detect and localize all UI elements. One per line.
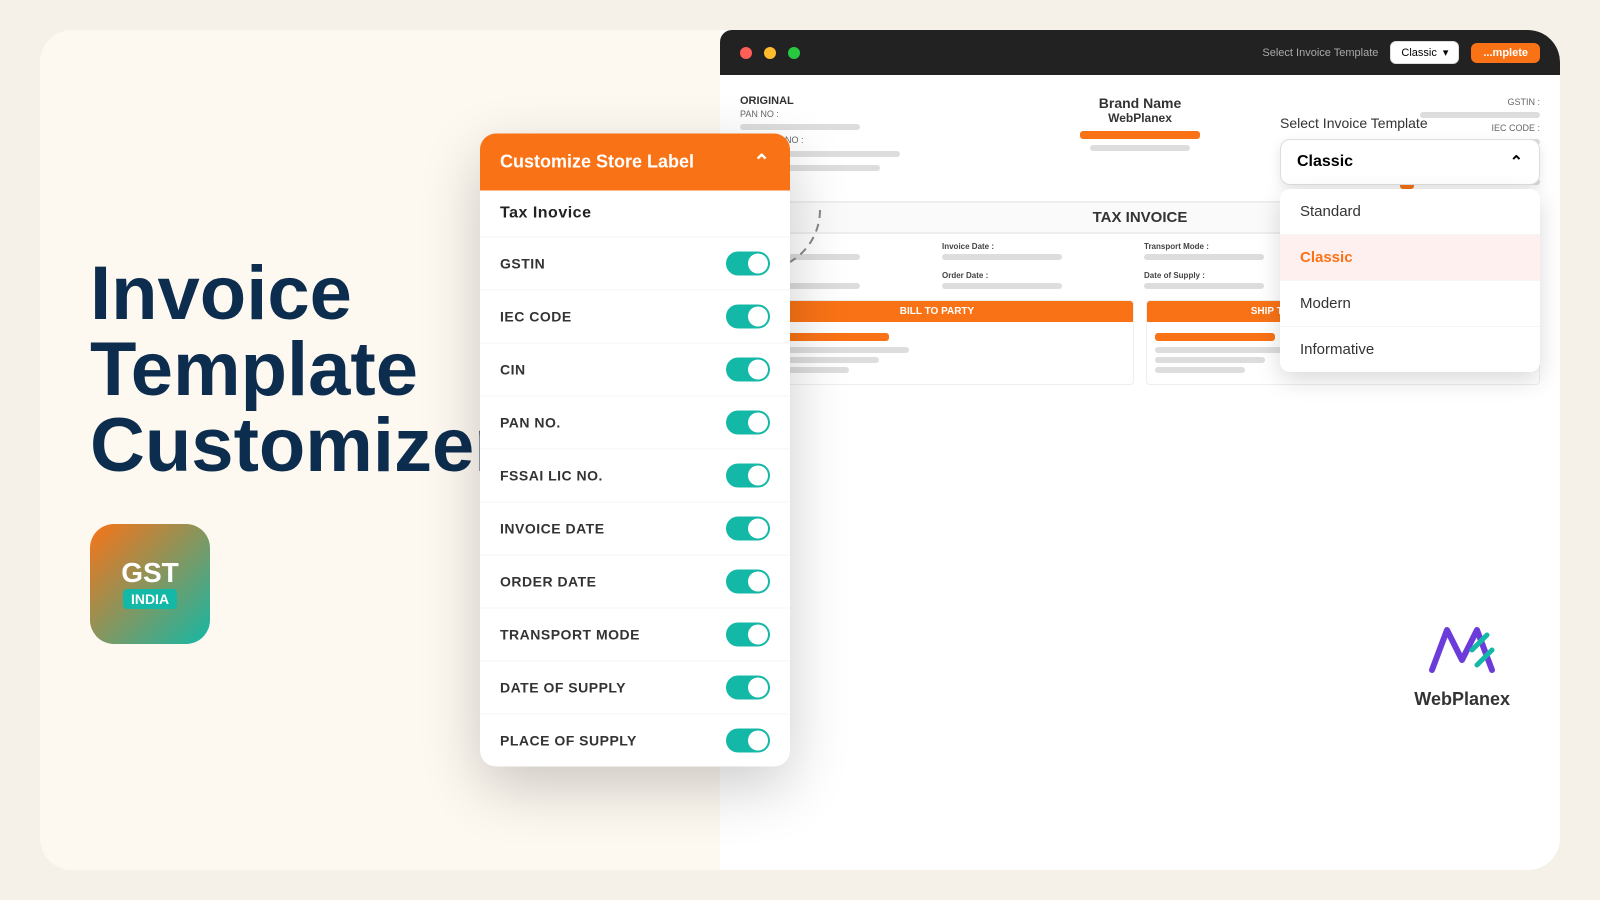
gst-app-icon: GST INDIA [90, 524, 210, 644]
order-date-placeholder [942, 283, 1062, 289]
date-supply-placeholder [1144, 283, 1264, 289]
brand-line-gray [1090, 145, 1190, 151]
app-bar-template-label: Select Invoice Template [1262, 47, 1378, 59]
app-bar-btn[interactable]: ...mplete [1471, 43, 1540, 63]
gstin-label: GSTIN [500, 256, 545, 272]
toggle-item-cin: CIN [480, 344, 790, 397]
dot-green [788, 47, 800, 59]
customize-header-label: Customize Store Label [500, 152, 694, 173]
invoice-original-label: ORIGINAL [740, 95, 1000, 107]
dot-red [740, 47, 752, 59]
iec-toggle[interactable] [726, 305, 770, 329]
toggle-item-transport: TRANSPORT MODE [480, 609, 790, 662]
order-date-field-label: Order Date : [942, 271, 1136, 280]
transport-placeholder [1144, 254, 1264, 260]
bg-panel: Select Invoice Template Classic ▾ ...mpl… [720, 30, 1560, 870]
brand-line-orange [1080, 131, 1200, 139]
webplanex-name: WebPlanex [1414, 689, 1510, 710]
title-line3: Customizer [90, 403, 504, 488]
dropdown-selected-value: Classic [1297, 153, 1353, 171]
gstin-toggle[interactable] [726, 252, 770, 276]
cin-label: CIN [500, 362, 526, 378]
place-supply-toggle[interactable] [726, 729, 770, 753]
dropdown-overlay: Select Invoice Template Classic ⌃ Standa… [1280, 115, 1540, 372]
chevron-down-icon: ▾ [1443, 46, 1449, 59]
option-informative[interactable]: Informative [1280, 327, 1540, 372]
transport-label: TRANSPORT MODE [500, 627, 640, 643]
place-supply-label: PLACE OF SUPPLY [500, 733, 637, 749]
inner-card: Invoice Template Customizer GST INDIA Cu… [40, 30, 1560, 870]
toggle-item-pan: PAN NO. [480, 397, 790, 450]
dropdown-options: Standard Classic Modern Informative [1280, 189, 1540, 372]
webplanex-icon [1422, 620, 1502, 680]
invoice-date-placeholder [942, 254, 1062, 260]
pan-toggle[interactable] [726, 411, 770, 435]
tax-invoice-label: Tax Inovice [500, 205, 591, 223]
tax-invoice-item: Tax Inovice [480, 191, 790, 238]
option-standard[interactable]: Standard [1280, 189, 1540, 235]
webplanex-logo: WebPlanex [1414, 620, 1510, 710]
dropdown-selected[interactable]: Classic ⌃ [1280, 139, 1540, 185]
title-line2: Template [90, 327, 418, 412]
cin-toggle[interactable] [726, 358, 770, 382]
india-text: INDIA [123, 589, 177, 609]
toggle-item-date-supply: DATE OF SUPPLY [480, 662, 790, 715]
fssai-label: FSSAI LIC NO. [500, 468, 603, 484]
app-bar-selected: Classic [1401, 47, 1436, 59]
app-bar-content: Select Invoice Template Classic ▾ ...mpl… [812, 41, 1540, 64]
customize-header: Customize Store Label ⌃ [480, 134, 790, 191]
dropdown-label: Select Invoice Template [1280, 115, 1540, 131]
invoice-brand-sub: WebPlanex [1010, 111, 1270, 125]
invoice-brand-name: Brand Name [1010, 95, 1270, 111]
customize-panel-container: Customize Store Label ⌃ Tax Inovice GSTI… [480, 134, 790, 767]
app-bar-select[interactable]: Classic ▾ [1390, 41, 1459, 64]
order-date-field: Order Date : [942, 271, 1136, 292]
invoice-date-field-label: Invoice Date : [942, 242, 1136, 251]
date-supply-label: DATE OF SUPPLY [500, 680, 626, 696]
fssai-toggle[interactable] [726, 464, 770, 488]
invoice-date-field: Invoice Date : [942, 242, 1136, 263]
ship-line3 [1155, 367, 1245, 373]
ship-orange-line [1155, 333, 1275, 341]
transport-toggle[interactable] [726, 623, 770, 647]
invoice-date-toggle[interactable] [726, 517, 770, 541]
toggle-item-invoice-date: INVOICE DATE [480, 503, 790, 556]
pan-label: PAN NO. [500, 415, 561, 431]
toggle-item-iec: IEC CODE [480, 291, 790, 344]
option-modern[interactable]: Modern [1280, 281, 1540, 327]
iec-label: IEC CODE [500, 309, 572, 325]
customize-panel: Customize Store Label ⌃ Tax Inovice GSTI… [480, 134, 790, 767]
outer-container: Invoice Template Customizer GST INDIA Cu… [0, 0, 1600, 900]
invoice-date-label: INVOICE DATE [500, 521, 605, 537]
app-topbar: Select Invoice Template Classic ▾ ...mpl… [720, 30, 1560, 75]
title-line1: Invoice [90, 251, 352, 336]
option-classic[interactable]: Classic [1280, 235, 1540, 281]
chevron-up-icon[interactable]: ⌃ [753, 150, 770, 175]
chevron-up-icon: ⌃ [1510, 152, 1523, 172]
toggle-item-order-date: ORDER DATE [480, 556, 790, 609]
invoice-center: Brand Name WebPlanex [1010, 95, 1270, 154]
order-date-toggle[interactable] [726, 570, 770, 594]
dot-yellow [764, 47, 776, 59]
bill-to-content [741, 322, 1133, 384]
toggle-item-gstin: GSTIN [480, 238, 790, 291]
bill-to-party-box: BILL TO PARTY [740, 300, 1134, 385]
toggle-item-place-supply: PLACE OF SUPPLY [480, 715, 790, 767]
main-title: Invoice Template Customizer [90, 256, 410, 484]
gst-text: GST [121, 559, 179, 587]
left-section: Invoice Template Customizer GST INDIA [40, 196, 460, 704]
date-supply-toggle[interactable] [726, 676, 770, 700]
ship-line2 [1155, 357, 1265, 363]
toggle-item-fssai: FSSAI LIC NO. [480, 450, 790, 503]
order-date-label: ORDER DATE [500, 574, 597, 590]
